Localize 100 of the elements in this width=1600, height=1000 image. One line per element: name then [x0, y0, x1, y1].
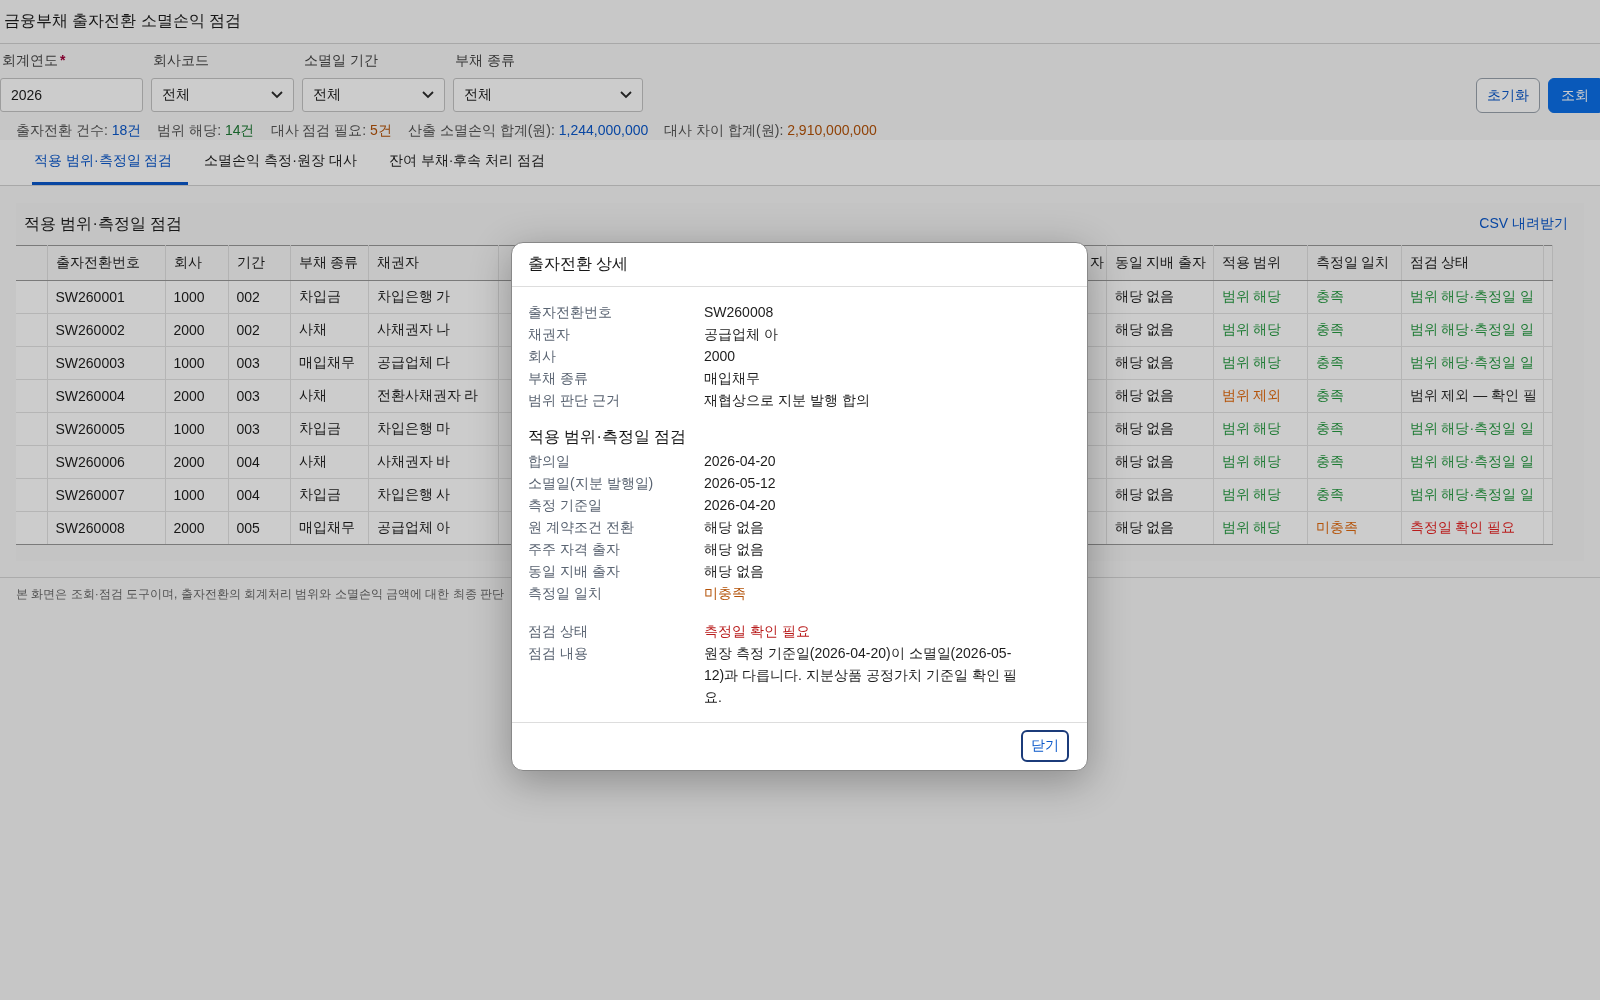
field-value: 미충족: [704, 584, 747, 603]
csv-download-link[interactable]: CSV 내려받기: [1479, 215, 1568, 233]
field-label: 점검 내용: [528, 644, 589, 663]
table-cell: SW260008: [55, 520, 125, 536]
field-label: 원 계약조건 전환: [528, 518, 635, 537]
filter-label: 소멸일 기간: [304, 52, 378, 70]
tab[interactable]: 소멸손익 측정·원장 대사: [202, 146, 373, 185]
section-heading: 적용 범위·측정일 점검: [528, 427, 688, 447]
field-value: 해당 없음: [704, 562, 765, 581]
check-status: 범위 해당·측정일 일: [1409, 288, 1534, 304]
chevron-down-icon: [271, 91, 283, 99]
chevron-down-icon: [422, 91, 434, 99]
table-cell: 공급업체 다: [376, 354, 451, 370]
column-header: 적용 범위: [1221, 254, 1282, 270]
filter-select[interactable]: 전체: [302, 78, 445, 112]
tab[interactable]: 잔여 부채·후속 처리 점검: [386, 146, 562, 185]
field-label: 동일 지배 출자: [528, 562, 621, 581]
filter-label: 부채 종류: [455, 52, 515, 70]
close-button[interactable]: 닫기: [1021, 730, 1069, 762]
match-status: 미충족: [1315, 519, 1358, 535]
panel-title: 적용 범위·측정일 점검: [24, 213, 183, 234]
scope-status: 범위 해당: [1221, 420, 1282, 436]
field-label: 소멸일(지분 발행일): [528, 474, 655, 493]
tab[interactable]: 적용 범위·측정일 점검: [32, 146, 189, 185]
table-cell: 해당 없음: [1114, 354, 1175, 370]
page-title: 금융부채 출자전환 소멸손익 점검: [4, 11, 242, 31]
summary-stat: 출자전환 건수: 18건: [16, 122, 142, 140]
check-status: 범위 해당·측정일 일: [1409, 354, 1534, 370]
match-status: 충족: [1315, 321, 1344, 337]
check-status: 범위 해당·측정일 일: [1409, 486, 1534, 502]
table-cell: 005: [236, 520, 260, 536]
scope-status: 범위 해당: [1221, 486, 1282, 502]
search-button[interactable]: 조회: [1548, 78, 1600, 113]
table-cell: 1000: [173, 421, 205, 437]
check-status: 측정일 확인 필요: [1409, 519, 1516, 535]
match-status: 충족: [1315, 387, 1344, 403]
column-header: 자: [1089, 254, 1104, 270]
table-cell: 002: [236, 322, 260, 338]
table-cell: 해당 없음: [1114, 321, 1175, 337]
year-input[interactable]: 2026: [0, 78, 143, 112]
match-status: 충족: [1315, 354, 1344, 370]
table-cell: 003: [236, 355, 260, 371]
table-cell: SW260001: [55, 289, 125, 305]
table-cell: 차입금: [298, 486, 341, 502]
field-value: 2026-05-12: [704, 474, 777, 493]
table-cell: 매입채무: [298, 354, 355, 370]
field-label: 측정일 일치: [528, 584, 603, 603]
field-label: 출자전환번호: [528, 303, 613, 322]
column-header: 회사: [173, 254, 202, 270]
table-cell: 해당 없음: [1114, 453, 1175, 469]
summary-stat: 범위 해당: 14건: [157, 122, 255, 140]
table-cell: 매입채무: [298, 519, 355, 535]
table-cell: 1000: [173, 289, 205, 305]
table-cell: 차입은행 마: [376, 420, 451, 436]
field-value: 공급업체 아: [704, 325, 779, 344]
table-cell: 사채: [298, 321, 327, 337]
table-cell: SW260007: [55, 487, 125, 503]
match-status: 충족: [1315, 288, 1344, 304]
field-value: 원장 측정 기준일(2026-04-20)이 소멸일(2026-05-12)과 다릅니다. 지분상품 공정가치 기준일 확인 필요.: [704, 644, 1019, 707]
column-header: 측정일 일치: [1315, 254, 1390, 270]
field-value: 2026-04-20: [704, 496, 777, 515]
field-label: 주주 자격 출자: [528, 540, 621, 559]
check-status: 범위 해당·측정일 일: [1409, 420, 1534, 436]
table-cell: 차입은행 가: [376, 288, 451, 304]
filter-select[interactable]: 전체: [151, 78, 294, 112]
filter-select[interactable]: 전체: [453, 78, 643, 112]
table-cell: 1000: [173, 487, 205, 503]
table-cell: 차입금: [298, 420, 341, 436]
field-value: 해당 없음: [704, 518, 765, 537]
column-header: 출자전환번호: [55, 254, 140, 270]
field-value: 측정일 확인 필요: [704, 622, 811, 641]
table-cell: 해당 없음: [1114, 387, 1175, 403]
table-cell: 003: [236, 421, 260, 437]
check-status: 범위 해당·측정일 일: [1409, 321, 1534, 337]
check-status: 범위 해당·측정일 일: [1409, 453, 1534, 469]
table-cell: 사채: [298, 453, 327, 469]
table-cell: SW260003: [55, 355, 125, 371]
filter-label: 회계연도: [2, 52, 58, 70]
footer-note: 본 화면은 조회·점검 도구이며, 출자전환의 회계처리 범위와 소멸손익 금액에 대한 최종 판단: [16, 587, 504, 601]
scope-status: 범위 해당: [1221, 453, 1282, 469]
field-value: 재협상으로 지분 발행 합의: [704, 391, 871, 410]
column-header: 동일 지배 출자: [1114, 254, 1207, 270]
table-cell: 002: [236, 289, 260, 305]
summary-stat: 대사 차이 합계(원): 2,910,000,000: [664, 122, 877, 140]
table-cell: SW260004: [55, 388, 125, 404]
match-status: 충족: [1315, 420, 1344, 436]
filter-label: 회사코드: [153, 52, 209, 70]
field-value: SW260008: [704, 303, 775, 322]
scope-status: 범위 제외: [1221, 387, 1282, 403]
match-status: 충족: [1315, 486, 1344, 502]
table-cell: 사채권자 바: [376, 453, 451, 469]
table-cell: 2000: [173, 454, 205, 470]
dialog-title: 출자전환 상세: [528, 254, 629, 274]
field-value: 매입채무: [704, 369, 761, 388]
field-value: 해당 없음: [704, 540, 765, 559]
scope-status: 범위 해당: [1221, 321, 1282, 337]
reset-button[interactable]: 초기화: [1476, 78, 1540, 113]
table-cell: 해당 없음: [1114, 288, 1175, 304]
scope-status: 범위 해당: [1221, 354, 1282, 370]
scope-status: 범위 해당: [1221, 288, 1282, 304]
